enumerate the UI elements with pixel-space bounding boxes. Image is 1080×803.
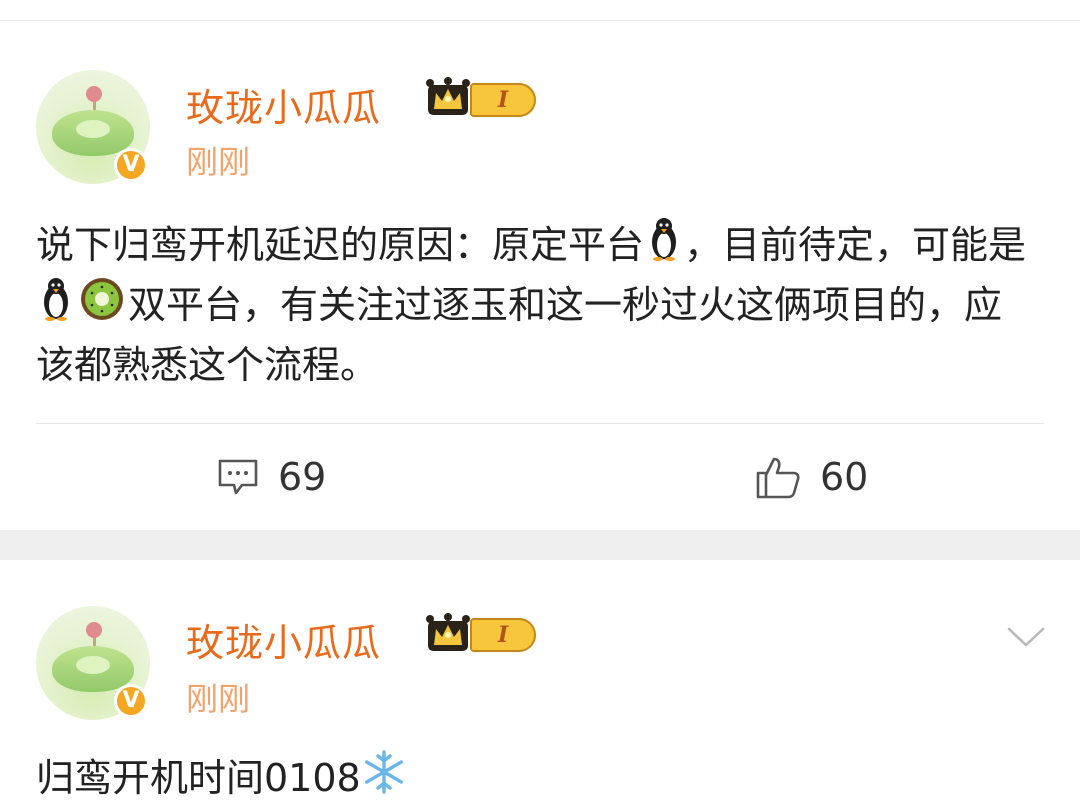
username[interactable]: 玫珑小瓜瓜: [186, 612, 381, 667]
content-text: 双平台，有关注过逐玉和这一秒过火这俩项目的，应该都熟悉这个流程。: [36, 283, 1003, 387]
level-badge: I: [470, 618, 536, 652]
content-text: 归鸾开机时间0108: [36, 756, 361, 800]
verified-badge-icon: V: [114, 684, 148, 718]
penguin-emoji-icon: [44, 278, 68, 321]
action-divider: [36, 423, 1044, 424]
post-content: 归鸾开机时间0108: [36, 748, 1036, 803]
kiwi-emoji-icon: [81, 278, 123, 320]
chevron-down-icon[interactable]: [1006, 626, 1046, 648]
verified-badge-icon: V: [114, 148, 148, 182]
crown-icon: [426, 77, 470, 115]
post-content: 说下归鸾开机延迟的原因：原定平台 ，目前待定，可能是 双平台，有关注过逐玉和这一…: [36, 215, 1036, 395]
comment-count: 69: [278, 455, 327, 499]
penguin-emoji-icon: [652, 218, 677, 261]
snowflake-emoji-icon: [364, 750, 403, 794]
username[interactable]: 玫珑小瓜瓜: [186, 77, 381, 132]
level-badge: I: [470, 83, 536, 117]
weibo-post: V 玫珑小瓜瓜 I 刚刚 说下归鸾开机延迟的原因：原定平台 ，目前待定，可能是 …: [0, 21, 1080, 530]
comment-button[interactable]: 69: [216, 453, 326, 501]
weibo-post: V 玫珑小瓜瓜 I 刚刚 归鸾开机时间0108: [0, 560, 1080, 803]
post-separator: [0, 530, 1080, 560]
thumbs-up-icon: [756, 457, 800, 499]
like-button[interactable]: 60: [754, 453, 868, 501]
avatar[interactable]: V: [36, 606, 150, 720]
content-text: ，目前待定，可能是: [684, 223, 1027, 267]
content-text: 说下归鸾开机延迟的原因：原定平台: [36, 223, 645, 267]
crown-icon: [426, 613, 470, 651]
avatar[interactable]: V: [36, 70, 150, 184]
post-time: 刚刚: [186, 680, 251, 718]
like-count: 60: [820, 455, 869, 499]
post-time: 刚刚: [186, 143, 251, 181]
comment-icon: [218, 459, 258, 495]
